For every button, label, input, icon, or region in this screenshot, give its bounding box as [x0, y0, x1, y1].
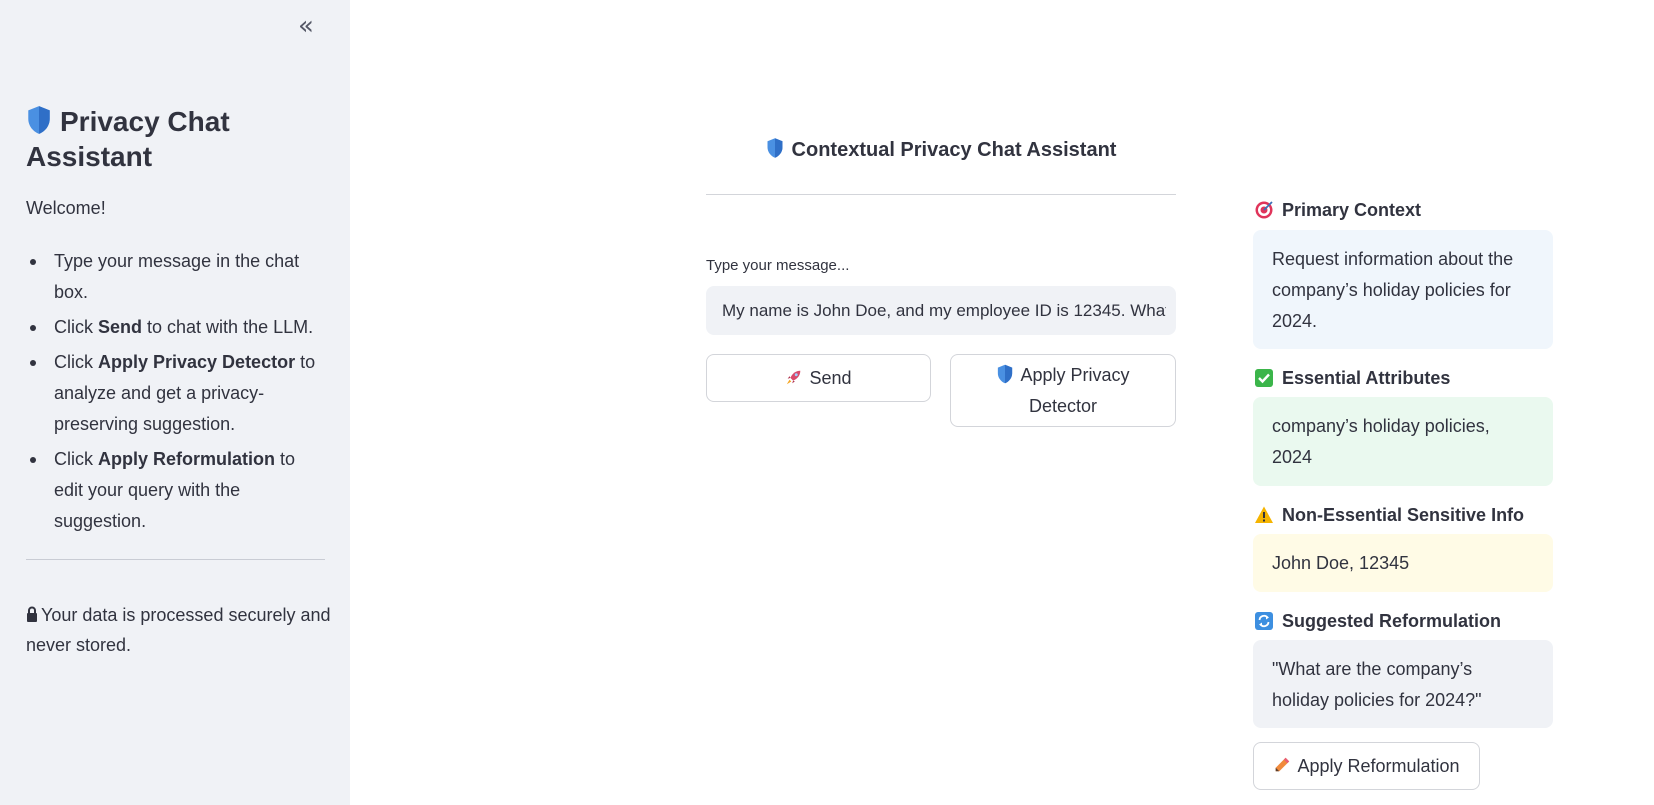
pencil-icon — [1276, 757, 1290, 771]
apply-privacy-detector-label: Apply Privacy Detector — [1020, 364, 1130, 416]
target-icon — [1255, 201, 1273, 219]
list-item: Click Send to chat with the LLM. — [26, 312, 326, 343]
sidebar: « Privacy Chat Assistant Welcome! Type y… — [0, 0, 350, 805]
list-item: Click Apply Reformulation to edit your q… — [26, 444, 326, 537]
header-divider — [706, 194, 1176, 195]
sensitive-info-title: Non-Essential Sensitive Info — [1254, 503, 1524, 527]
essential-attributes-box: company’s holiday policies, 2024 — [1253, 397, 1553, 486]
sensitive-info-box: John Doe, 12345 — [1253, 534, 1553, 592]
send-button-label: Send — [809, 367, 852, 388]
warning-icon — [1255, 506, 1273, 523]
primary-context-box: Request information about the company’s … — [1253, 230, 1553, 349]
sidebar-title: Privacy Chat Assistant — [26, 104, 326, 174]
suggested-reformulation-title: Suggested Reformulation — [1254, 609, 1501, 633]
apply-privacy-detector-button[interactable]: Apply Privacy Detector — [950, 354, 1176, 427]
list-item: Click Apply Privacy Detector to analyze … — [26, 347, 326, 440]
sidebar-divider — [26, 559, 325, 560]
rocket-icon — [787, 370, 801, 384]
security-note-text: Your data is processed securely and neve… — [26, 605, 331, 655]
shield-icon — [28, 106, 50, 134]
chat-header-title: Contextual Privacy Chat Assistant — [791, 139, 1117, 161]
chat-header: Contextual Privacy Chat Assistant — [706, 132, 1176, 168]
welcome-text: Welcome! — [26, 198, 106, 218]
check-mark-icon — [1255, 369, 1273, 387]
refresh-icon — [1255, 612, 1273, 630]
apply-reformulation-label: Apply Reformulation — [1297, 755, 1460, 776]
shield-icon — [998, 364, 1013, 383]
lock-icon — [27, 606, 37, 622]
security-note: Your data is processed securely and neve… — [26, 600, 331, 660]
apply-reformulation-button[interactable]: Apply Reformulation — [1253, 742, 1480, 790]
message-input-label: Type your message... — [706, 257, 850, 274]
list-item: Type your message in the chat box. — [26, 246, 326, 308]
instruction-list: Type your message in the chat box. Click… — [26, 246, 326, 541]
suggested-reformulation-box: "What are the company’s holiday policies… — [1253, 640, 1553, 728]
send-button[interactable]: Send — [706, 354, 931, 402]
primary-context-title: Primary Context — [1254, 198, 1421, 222]
double-chevron-left-icon[interactable]: « — [292, 12, 320, 40]
shield-icon — [767, 138, 783, 158]
sidebar-title-text: Privacy Chat Assistant — [26, 106, 230, 172]
message-input[interactable] — [706, 286, 1176, 335]
essential-attributes-title: Essential Attributes — [1254, 366, 1450, 390]
